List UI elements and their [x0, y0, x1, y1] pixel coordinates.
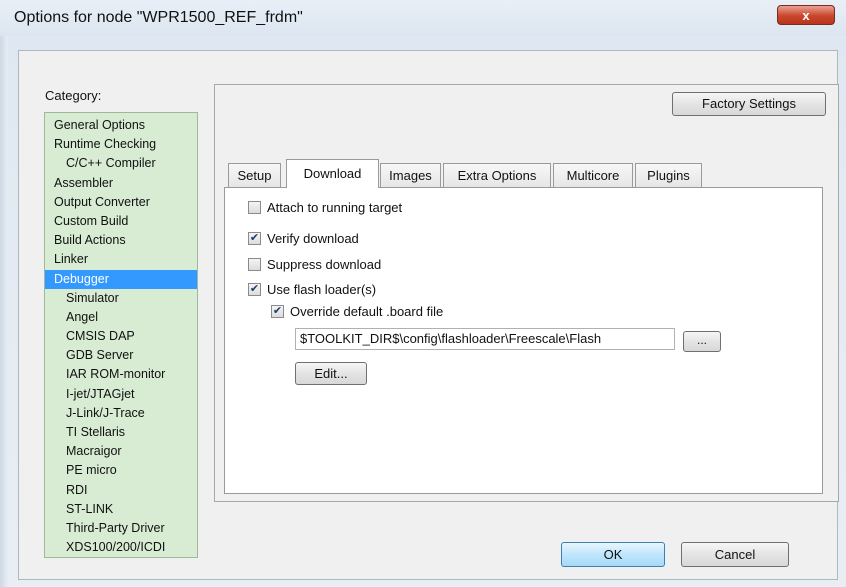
suppress-download-option[interactable]: Suppress download: [248, 256, 381, 274]
tab-images[interactable]: Images: [380, 163, 441, 187]
category-item-debugger[interactable]: Debugger: [45, 269, 197, 289]
override-board-checkbox[interactable]: ✔: [271, 305, 284, 319]
tab-plugins[interactable]: Plugins: [635, 163, 702, 187]
category-item-j-link-j-trace[interactable]: J-Link/J-Trace: [45, 404, 197, 423]
tab-extra-options[interactable]: Extra Options: [443, 163, 551, 187]
tab-multicore[interactable]: Multicore: [553, 163, 633, 187]
category-label: Category:: [45, 88, 102, 103]
category-item-rdi[interactable]: RDI: [45, 481, 197, 500]
category-item-macraigor[interactable]: Macraigor: [45, 442, 197, 461]
cancel-button[interactable]: Cancel: [681, 542, 789, 567]
category-item-build-actions[interactable]: Build Actions: [45, 231, 197, 250]
override-board-label: Override default .board file: [290, 304, 444, 319]
ok-button[interactable]: OK: [561, 542, 665, 567]
category-item-i-jet-jtagjet[interactable]: I-jet/JTAGjet: [45, 385, 197, 404]
category-item-st-link[interactable]: ST-LINK: [45, 500, 197, 519]
category-item-pe-micro[interactable]: PE micro: [45, 461, 197, 480]
category-item-simulator[interactable]: Simulator: [45, 289, 197, 308]
window-frame-edge: [0, 36, 8, 587]
category-item-assembler[interactable]: Assembler: [45, 174, 197, 193]
category-item-iar-rom-monitor[interactable]: IAR ROM-monitor: [45, 365, 197, 384]
category-item-angel[interactable]: Angel: [45, 308, 197, 327]
category-item-general-options[interactable]: General Options: [45, 116, 197, 135]
flash-loader-option[interactable]: ✔ Use flash loader(s): [248, 281, 376, 299]
verify-download-label: Verify download: [267, 231, 359, 246]
close-button[interactable]: x: [777, 5, 835, 25]
category-item-c-c-compiler[interactable]: C/C++ Compiler: [45, 154, 197, 173]
verify-download-checkbox[interactable]: ✔: [248, 232, 261, 246]
tab-download[interactable]: Download: [286, 159, 379, 188]
category-item-third-party-driver[interactable]: Third-Party Driver: [45, 519, 197, 538]
attach-target-label: Attach to running target: [267, 200, 403, 215]
attach-target-checkbox[interactable]: [248, 201, 261, 215]
category-item-output-converter[interactable]: Output Converter: [45, 193, 197, 212]
category-item-linker[interactable]: Linker: [45, 250, 197, 269]
verify-download-option[interactable]: ✔ Verify download: [248, 230, 359, 248]
attach-target-option[interactable]: Attach to running target: [248, 199, 402, 217]
flash-loader-checkbox[interactable]: ✔: [248, 283, 261, 297]
board-file-path-input[interactable]: $TOOLKIT_DIR$\config\flashloader\Freesca…: [295, 328, 675, 350]
window-title: Options for node "WPR1500_REF_frdm": [14, 9, 303, 26]
factory-settings-button[interactable]: Factory Settings: [672, 92, 826, 116]
options-dialog: Options for node "WPR1500_REF_frdm" x Ca…: [0, 0, 846, 587]
category-item-cmsis-dap[interactable]: CMSIS DAP: [45, 327, 197, 346]
flash-loader-label: Use flash loader(s): [267, 282, 377, 297]
category-item-ti-stellaris[interactable]: TI Stellaris: [45, 423, 197, 442]
category-list[interactable]: General Options Runtime Checking C/C++ Com…: [44, 112, 198, 558]
category-item-custom-build[interactable]: Custom Build: [45, 212, 197, 231]
category-item-xds100-200-icdi[interactable]: XDS100/200/ICDI: [45, 538, 197, 557]
override-board-option[interactable]: ✔ Override default .board file: [271, 303, 443, 321]
suppress-download-checkbox[interactable]: [248, 258, 261, 272]
edit-button[interactable]: Edit...: [295, 362, 367, 385]
category-item-gdb-server[interactable]: GDB Server: [45, 346, 197, 365]
title-bar: Options for node "WPR1500_REF_frdm" x: [0, 0, 846, 36]
tab-setup[interactable]: Setup: [228, 163, 281, 187]
category-item-runtime-checking[interactable]: Runtime Checking: [45, 135, 197, 154]
browse-button[interactable]: ...: [683, 331, 721, 352]
suppress-download-label: Suppress download: [267, 257, 382, 272]
close-icon: x: [802, 8, 810, 23]
